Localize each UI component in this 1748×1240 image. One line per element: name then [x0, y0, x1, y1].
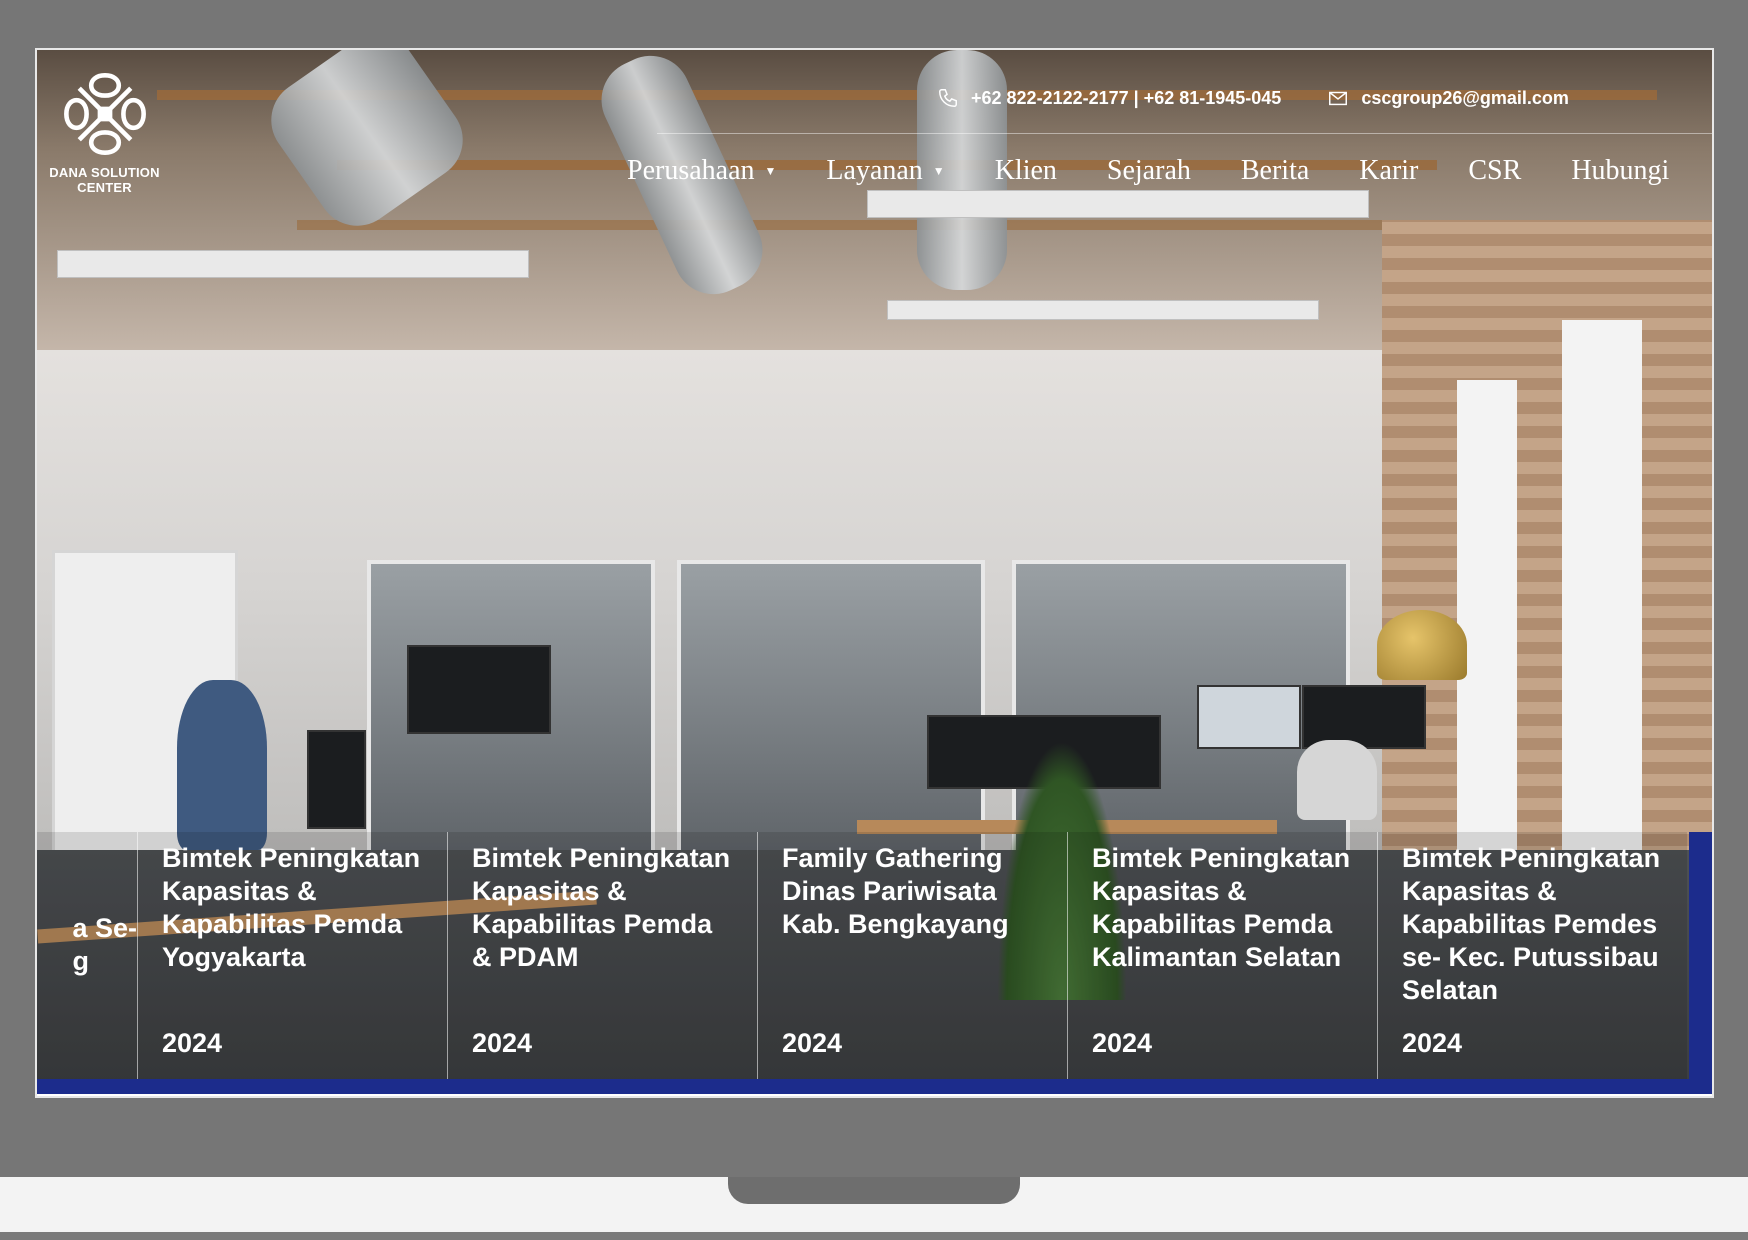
news-card-year: 2024 — [472, 1028, 533, 1058]
news-card-title: Family Gathering Dinas Pariwisata Kab. B… — [782, 843, 1009, 939]
phone-icon — [939, 89, 957, 107]
phone-link[interactable]: +62 822-2122-2177 | +62 81-1945-045 — [971, 88, 1281, 109]
news-card[interactable]: Bimtek Peningkatan Kapasitas & Kapabilit… — [137, 832, 447, 1079]
nav-item-label: Karir — [1359, 155, 1419, 186]
news-card-title: a Se- g — [72, 912, 137, 978]
news-card[interactable]: Bimtek Peningkatan Kapasitas & Kapabilit… — [447, 832, 757, 1079]
site-logo[interactable]: DANA SOLUTION CENTER — [37, 68, 172, 195]
news-card-year: 2024 — [1092, 1028, 1153, 1058]
nav-item-perusahaan[interactable]: Perusahaan ▼ — [627, 155, 776, 187]
news-card-title-line: g — [72, 946, 89, 976]
logo-text-line2: CENTER — [77, 180, 132, 195]
news-card-title: Bimtek Peningkatan Kapasitas & Kapabilit… — [472, 843, 731, 972]
nav-item-label: Hubungi — [1571, 155, 1670, 186]
news-card-year: 2024 — [1402, 1028, 1463, 1058]
contact-topbar: +62 822-2122-2177 | +62 81-1945-045 cscg… — [937, 78, 1569, 118]
caret-down-icon: ▼ — [764, 163, 777, 178]
nav-item-csr[interactable]: CSR — [1468, 155, 1521, 187]
news-card[interactable]: Bimtek Peningkatan Kapasitas & Kapabilit… — [1067, 832, 1377, 1079]
laptop-notch — [728, 1177, 1020, 1204]
nav-item-berita[interactable]: Berita — [1241, 155, 1309, 187]
browser-viewport: DANA SOLUTION CENTER +62 822-2122-2177 |… — [35, 48, 1714, 1098]
nav-item-label: Klien — [994, 155, 1057, 186]
nav-item-klien[interactable]: Klien — [995, 155, 1057, 187]
nav-item-sejarah[interactable]: Sejarah — [1107, 155, 1191, 187]
news-card-year: 2024 — [162, 1028, 223, 1058]
accent-bar — [37, 1079, 1712, 1094]
laptop-base-shadow — [0, 1232, 1748, 1240]
news-card-title: Bimtek Peningkatan Kapasitas & Kapabilit… — [1092, 843, 1351, 972]
caret-down-icon: ▼ — [932, 163, 945, 178]
news-card-title: Bimtek Peningkatan Kapasitas & Kapabilit… — [162, 843, 421, 972]
email-link[interactable]: cscgroup26@gmail.com — [1361, 88, 1569, 109]
news-card-title-line: a Se- — [72, 913, 137, 943]
nav-item-label: Perusahaan — [627, 155, 755, 186]
nav-item-label: Sejarah — [1106, 155, 1191, 186]
news-card[interactable]: Family Gathering Dinas Pariwisata Kab. B… — [757, 832, 1067, 1079]
page-bottom-edge — [37, 1094, 1712, 1096]
header-divider — [657, 133, 1712, 134]
nav-item-label: Layanan — [826, 155, 923, 186]
news-card-partial[interactable]: a Se- g — [37, 832, 137, 1079]
nav-item-label: CSR — [1468, 155, 1522, 186]
main-nav: Perusahaan ▼ Layanan ▼ Klien Sejarah Ber… — [627, 146, 1669, 196]
nav-item-karir[interactable]: Karir — [1359, 155, 1418, 187]
logo-text-line1: DANA SOLUTION — [49, 165, 160, 180]
logo-emblem-icon — [63, 73, 146, 155]
news-card-year: 2024 — [782, 1028, 843, 1058]
nav-item-hubungi[interactable]: Hubungi — [1571, 155, 1669, 187]
news-carousel: a Se- g Bimtek Peningkatan Kapasitas & K… — [37, 832, 1712, 1079]
news-card[interactable]: Bimtek Peningkatan Kapasitas & Kapabilit… — [1377, 832, 1687, 1079]
nav-item-layanan[interactable]: Layanan ▼ — [826, 155, 944, 187]
carousel-next-edge[interactable] — [1689, 832, 1712, 1079]
envelope-icon — [1329, 91, 1348, 106]
nav-item-label: Berita — [1240, 155, 1310, 186]
news-card-title: Bimtek Peningkatan Kapasitas & Kapabilit… — [1402, 843, 1661, 1005]
